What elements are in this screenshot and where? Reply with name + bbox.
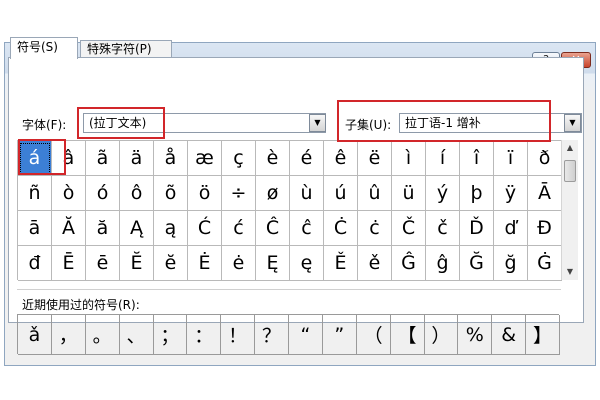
symbol-cell[interactable]: ï — [494, 141, 528, 176]
symbol-cell[interactable]: Ć — [188, 211, 222, 246]
symbol-cell[interactable]: ċ — [358, 211, 392, 246]
symbol-cell[interactable]: ā — [18, 211, 52, 246]
font-select-arrow-icon[interactable]: ▼ — [309, 114, 326, 132]
symbol-grid-scrollbar[interactable]: ▲ ▼ — [561, 140, 578, 280]
recent-symbol-cell[interactable]: 【 — [390, 315, 425, 355]
symbol-cell[interactable]: ô — [120, 176, 154, 211]
symbol-cell[interactable]: ÿ — [494, 176, 528, 211]
subset-select-value: 拉丁语-1 增补 — [405, 116, 481, 130]
symbol-cell[interactable]: ý — [426, 176, 460, 211]
symbol-cell[interactable]: č — [426, 211, 460, 246]
symbol-cell[interactable]: î — [460, 141, 494, 176]
symbol-cell[interactable]: ć — [222, 211, 256, 246]
symbol-cell[interactable]: ÷ — [222, 176, 256, 211]
scroll-up-icon[interactable]: ▲ — [562, 140, 578, 156]
recent-symbol-cell[interactable]: 。 — [85, 315, 120, 355]
recent-symbol-cell[interactable]: “ — [289, 315, 323, 355]
symbol-cell[interactable]: ă — [86, 211, 120, 246]
symbol-cell[interactable]: ì — [392, 141, 426, 176]
symbol-cell[interactable]: ø — [256, 176, 290, 211]
symbol-cell[interactable]: Ě — [324, 246, 358, 281]
recent-symbol-cell[interactable]: & — [492, 315, 527, 355]
symbol-cell[interactable]: ã — [86, 141, 120, 176]
tab-symbols[interactable]: 符号(S) — [10, 37, 78, 59]
symbol-cell[interactable]: ö — [188, 176, 222, 211]
recent-symbol-cell[interactable]: ； — [153, 315, 188, 355]
symbol-cell[interactable]: Ĉ — [256, 211, 290, 246]
symbol-grid: á â ã ä å æ ç è é ê ë ì í î ï ð ñ ò ó ô õ ö ÷ ø ù ú û ü ý þ ÿ Āā Ăă Ąą Ćć Ĉ… — [17, 140, 562, 281]
font-select[interactable]: (拉丁文本) — [83, 113, 326, 133]
symbol-cell[interactable]: õ — [154, 176, 188, 211]
symbol-cell[interactable]: Ė — [188, 246, 222, 281]
symbol-cell[interactable]: ó — [86, 176, 120, 211]
recent-symbol-cell[interactable]: ？ — [255, 315, 289, 355]
recent-symbols-grid: ǎ，。、；：！？ “” （【）% &】 — [17, 314, 560, 355]
recent-symbol-cell[interactable]: % — [458, 315, 493, 355]
symbol-cell[interactable]: ü — [392, 176, 426, 211]
recent-symbol-cell[interactable]: 、 — [119, 315, 154, 355]
scroll-thumb[interactable] — [564, 160, 576, 182]
symbol-cell[interactable]: Ċ — [324, 211, 358, 246]
symbol-cell[interactable]: å — [154, 141, 188, 176]
font-label: 字体(F): — [22, 118, 67, 132]
symbol-cell[interactable]: Ă — [52, 211, 86, 246]
symbol-cell[interactable]: ë — [358, 141, 392, 176]
subset-select[interactable]: 拉丁语-1 增补 — [399, 113, 582, 133]
symbol-cell[interactable]: í — [426, 141, 460, 176]
symbol-cell[interactable]: â — [52, 141, 86, 176]
font-select-value: (拉丁文本) — [89, 116, 147, 130]
symbol-cell[interactable]: Ď — [460, 211, 494, 246]
symbol-cell[interactable]: Ğ — [460, 246, 494, 281]
symbol-cell[interactable]: ě — [358, 246, 392, 281]
symbol-cell[interactable]: ą — [154, 211, 188, 246]
symbol-cell[interactable]: ù — [290, 176, 324, 211]
symbol-cell[interactable]: ė — [222, 246, 256, 281]
section-divider — [17, 289, 561, 290]
symbol-cell[interactable]: þ — [460, 176, 494, 211]
symbol-cell[interactable]: û — [358, 176, 392, 211]
symbol-cell[interactable]: Ē — [52, 246, 86, 281]
symbol-cell[interactable]: é — [290, 141, 324, 176]
recent-symbol-cell[interactable]: ） — [424, 315, 459, 355]
symbol-cell[interactable]: ç — [222, 141, 256, 176]
symbol-cell[interactable]: ð — [528, 141, 562, 176]
symbol-cell[interactable]: Ą — [120, 211, 154, 246]
symbol-cell[interactable]: Ę — [256, 246, 290, 281]
symbol-cell[interactable]: đ — [18, 246, 52, 281]
symbol-cell[interactable]: ĝ — [426, 246, 460, 281]
symbol-cell[interactable]: Ġ — [528, 246, 562, 281]
recent-symbol-cell[interactable]: ： — [187, 315, 222, 355]
symbol-cell[interactable]: ĕ — [154, 246, 188, 281]
symbol-cell[interactable]: è — [256, 141, 290, 176]
symbol-cell[interactable]: ò — [52, 176, 86, 211]
recent-symbol-cell[interactable]: ， — [51, 315, 86, 355]
recent-symbol-cell[interactable]: ！ — [221, 315, 256, 355]
recent-symbol-cell[interactable]: 】 — [526, 315, 560, 355]
symbol-cell[interactable]: ē — [86, 246, 120, 281]
symbol-cell[interactable]: ĉ — [290, 211, 324, 246]
scroll-down-icon[interactable]: ▼ — [562, 264, 578, 280]
symbol-cell[interactable]: ğ — [494, 246, 528, 281]
symbol-cell[interactable]: ñ — [18, 176, 52, 211]
symbol-cell[interactable]: Ĕ — [120, 246, 154, 281]
recent-symbol-cell[interactable]: ” — [322, 315, 357, 355]
symbol-cell[interactable]: Ĝ — [392, 246, 426, 281]
subset-label: 子集(U): — [345, 118, 392, 132]
symbol-cell[interactable]: ä — [120, 141, 154, 176]
symbol-cell[interactable]: ę — [290, 246, 324, 281]
subset-select-arrow-icon[interactable]: ▼ — [564, 114, 581, 132]
symbol-cell[interactable]: ê — [324, 141, 358, 176]
symbol-cell[interactable]: á — [18, 141, 52, 176]
symbol-cell[interactable]: Ā — [528, 176, 562, 211]
symbol-cell[interactable]: æ — [188, 141, 222, 176]
symbol-cell[interactable]: ú — [324, 176, 358, 211]
recent-symbol-cell[interactable]: ǎ — [18, 315, 52, 355]
recent-symbols-label: 近期使用过的符号(R): — [22, 298, 140, 312]
recent-symbol-cell[interactable]: （ — [356, 315, 391, 355]
symbol-cell[interactable]: Đ — [528, 211, 562, 246]
symbol-cell[interactable]: ď — [494, 211, 528, 246]
symbol-cell[interactable]: Č — [392, 211, 426, 246]
